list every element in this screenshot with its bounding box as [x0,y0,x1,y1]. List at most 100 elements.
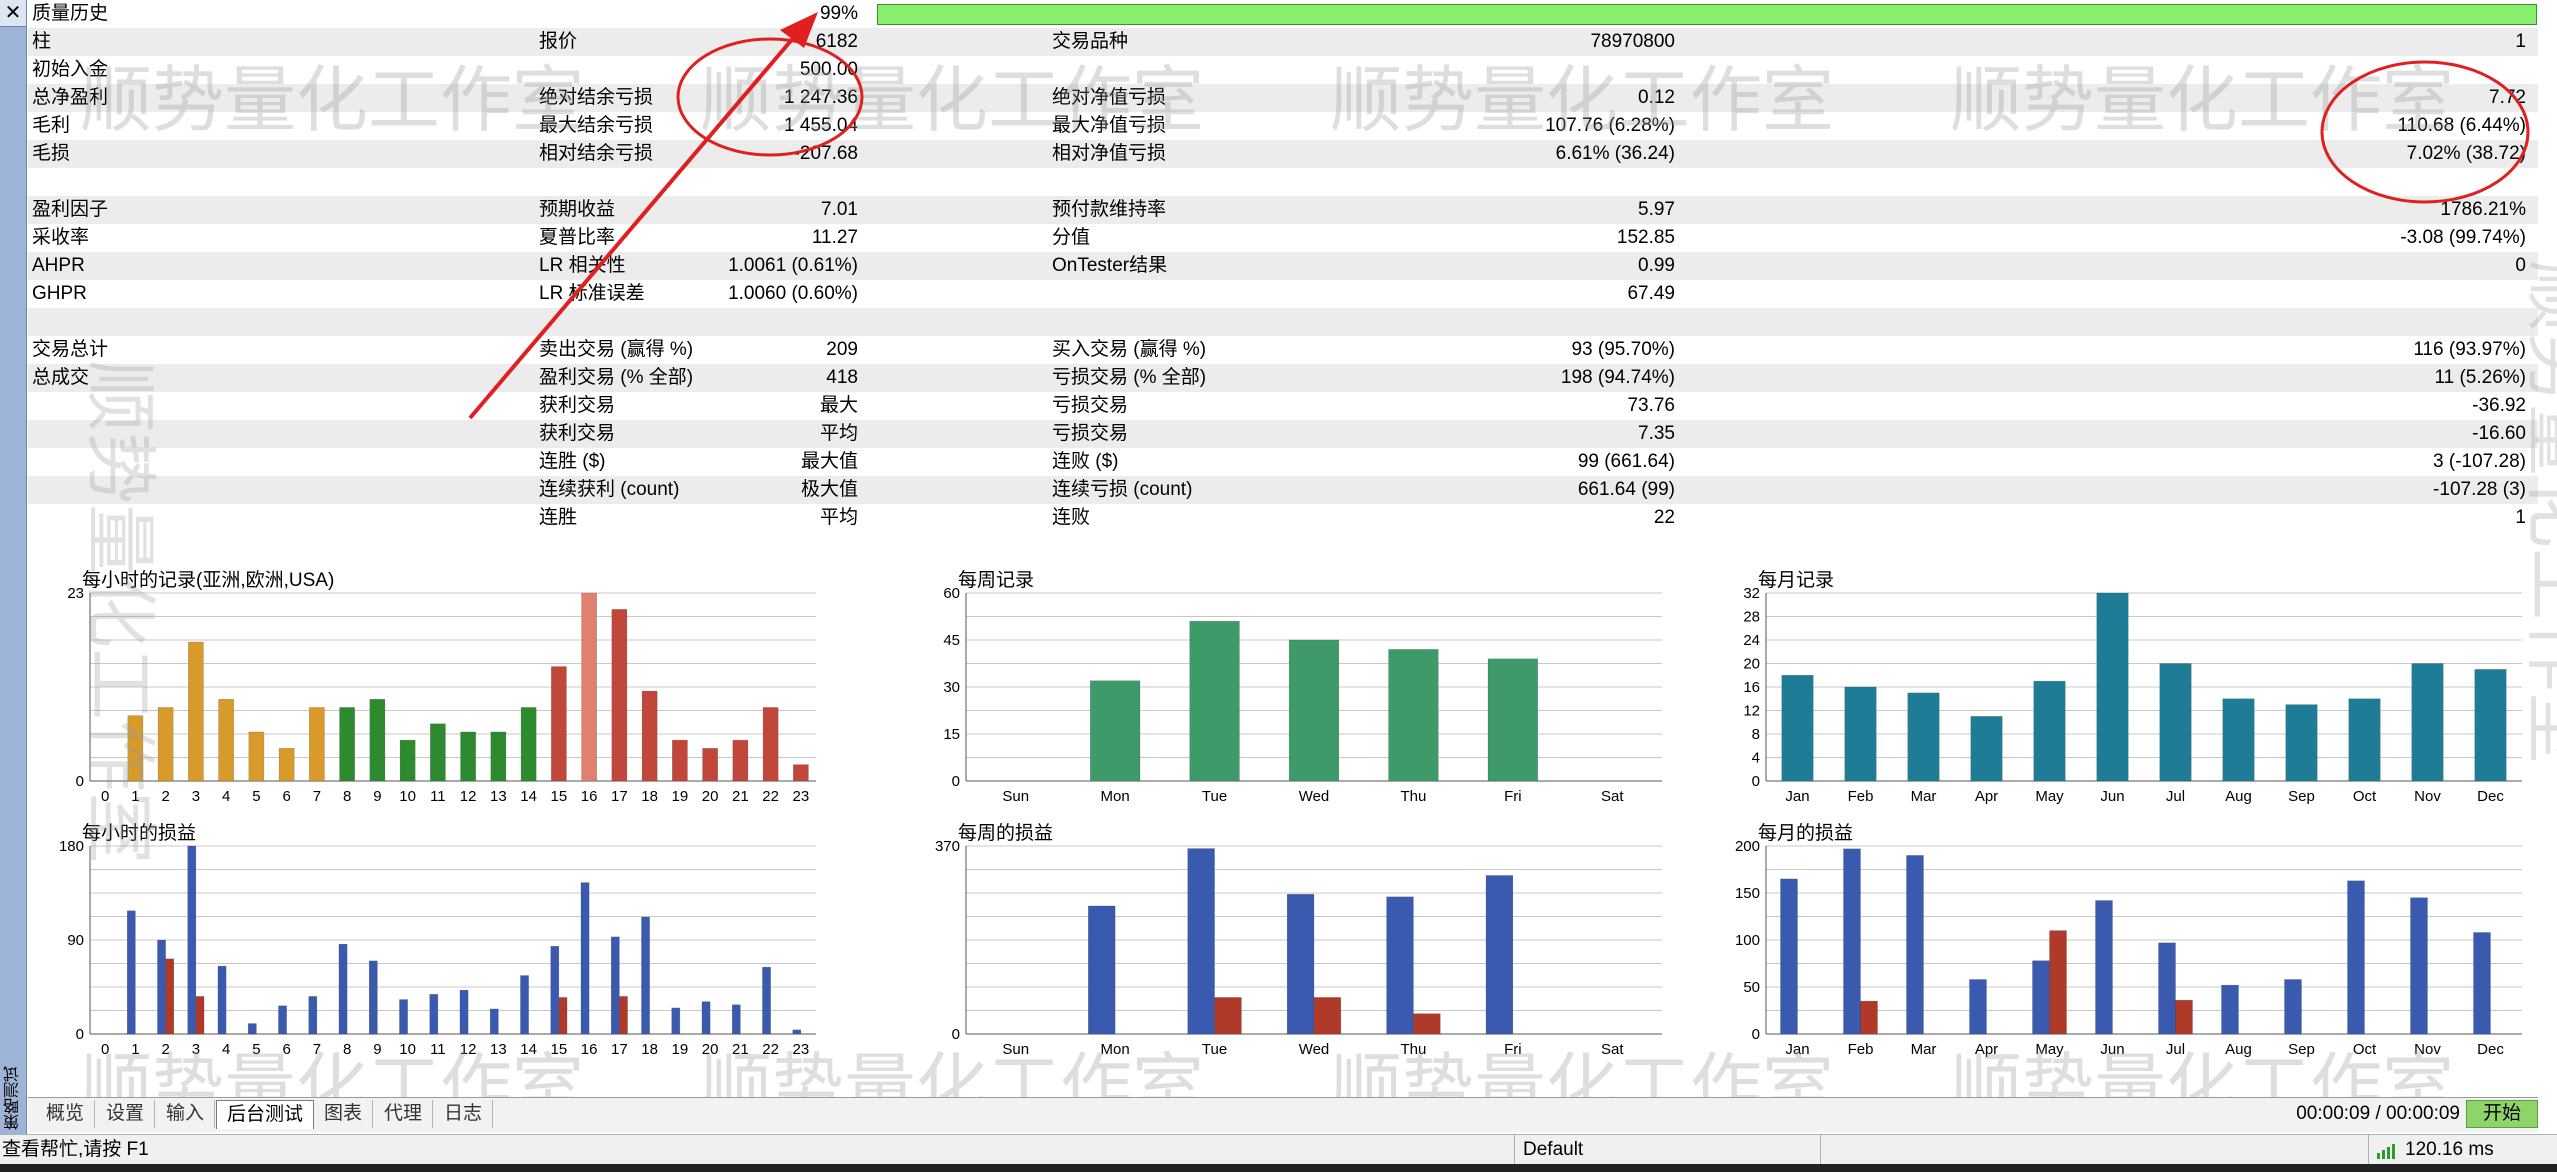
stat-value: 107.76 (6.28%) [1545,115,1675,136]
y-tick-label: 0 [1752,773,1760,790]
stat-value [538,308,858,336]
y-tick-label: 16 [1743,679,1760,696]
y-tick-label: 24 [1743,632,1760,649]
x-tick-label: 23 [793,788,810,805]
bar [2158,942,2176,1035]
start-button[interactable]: 开始 [2466,1100,2538,1128]
x-tick-label: Mon [1101,788,1130,805]
stat-value: 7.72 [2489,87,2526,108]
stats-row: 极大值 连续获利 (count) 661.64 (99) 连续亏损 (count) -1… [28,476,2538,504]
x-tick-label: 21 [732,1041,749,1058]
close-icon[interactable]: ✕ [0,0,26,27]
chart-svg: 0901800 1 2 3 4 5 6 7 8 9 10 11 12 13 14 15 16 17 18 19 20 21… [59,838,816,1058]
bar [550,946,560,1035]
bar [558,997,568,1035]
x-tick-label: 4 [222,788,230,805]
chart-svg: 048121620242832Jan Feb Mar Apr May Jun Jul Aug S… [1743,585,2522,805]
stat-value: 6.61% (36.24) [1555,143,1675,164]
tab-2[interactable]: 输入 [156,1100,216,1128]
x-tick-label: 15 [551,788,568,805]
bar [2049,930,2067,1035]
x-tick-label: 4 [222,1041,230,1058]
bar [672,739,688,782]
tester-tab-bar: 概览 设置 输入 后台测试 图表 代理 日志 00:00:09 / 00:00:09 开始 [28,1097,2538,1132]
stat-label: 最大结余亏损 [539,115,654,136]
tab-1[interactable]: 设置 [96,1100,156,1128]
x-tick-label: Apr [1975,788,1998,805]
bar [1388,649,1439,782]
x-tick-label: Fri [1504,1041,1522,1058]
x-tick-label: 13 [490,788,507,805]
stat-value [1355,56,1675,84]
bar [1187,848,1215,1035]
quality-history-label: 质量历史 [32,3,109,24]
stat-label: 卖出交易 (赢得 %) [539,339,694,360]
stat-label: 交易总计 [32,339,109,360]
bar [338,943,348,1035]
x-tick-label: 1 [131,788,139,805]
tab-0[interactable]: 概览 [36,1100,96,1128]
x-tick-label: Nov [2414,788,2441,805]
bar [641,690,658,782]
x-tick-label: 18 [641,788,658,805]
x-tick-label: 0 [101,788,109,805]
quality-progress-bar [877,4,2537,25]
x-tick-label: 8 [343,1041,351,1058]
x-tick-label: 8 [343,788,351,805]
bar [127,715,144,782]
stat-value: 99 (661.64) [1577,451,1675,472]
x-tick-label: Tue [1202,788,1227,805]
signal-icon [2377,1143,2395,1159]
x-tick-label: Jan [1785,1041,1809,1058]
bar [217,965,227,1035]
stat-value: 1 [2515,31,2526,52]
stat-value: 78970800 [1590,31,1675,52]
tab-6[interactable]: 日志 [434,1100,494,1128]
stats-row [28,168,2538,196]
x-tick-label: 9 [373,788,381,805]
tab-4[interactable]: 图表 [314,1100,374,1128]
x-tick-label: Dec [2477,788,2504,805]
bar [399,739,416,782]
bar [610,936,620,1035]
x-tick-label: 12 [460,1041,477,1058]
bar [702,748,718,782]
bar [2284,979,2302,1035]
stat-label: 预期收益 [539,199,616,220]
stat-label: GHPR [32,283,87,304]
taskbar-edge [0,1164,2557,1172]
x-tick-label: 23 [793,1041,810,1058]
y-tick-label: 0 [76,773,84,790]
x-tick-label: 22 [762,788,779,805]
bar [430,723,446,782]
x-tick-label: 18 [641,1041,658,1058]
stats-row: 最大 获利交易 73.76 亏损交易 -36.92 [28,392,2538,420]
x-tick-label: Jul [2166,788,2185,805]
stat-value: 198 (94.74%) [1560,367,1675,388]
bar [278,748,295,782]
stats-row: AHPR 1.0061 (0.61%) LR 相关性 0.99 OnTester结果 0 [28,252,2538,280]
stat-value [2206,56,2526,84]
stat-value [1355,308,1675,336]
stat-value [2206,168,2526,196]
bar [2175,999,2193,1035]
stat-label: 初始入金 [32,59,109,80]
stat-label: 最大净值亏损 [1052,115,1167,136]
x-tick-label: 1 [131,1041,139,1058]
tab-3[interactable]: 后台测试 [216,1100,315,1129]
tab-5[interactable]: 代理 [374,1100,434,1128]
y-tick-label: 200 [1735,838,1760,855]
bar [671,1007,681,1035]
stat-label: 夏普比率 [539,227,616,248]
y-tick-label: 4 [1752,750,1760,767]
stat-value [2206,280,2526,308]
x-tick-label: 7 [313,788,321,805]
x-tick-label: Mar [1911,788,1937,805]
stats-row: 毛利 1 455.04 最大结余亏损 107.76 (6.28%) 最大净值亏损 110.… [28,112,2538,140]
bar [157,707,174,782]
bar [1214,997,1242,1035]
x-tick-label: 5 [252,1041,260,1058]
bar [551,666,567,782]
y-tick-label: 45 [943,632,960,649]
stat-value [538,168,858,196]
